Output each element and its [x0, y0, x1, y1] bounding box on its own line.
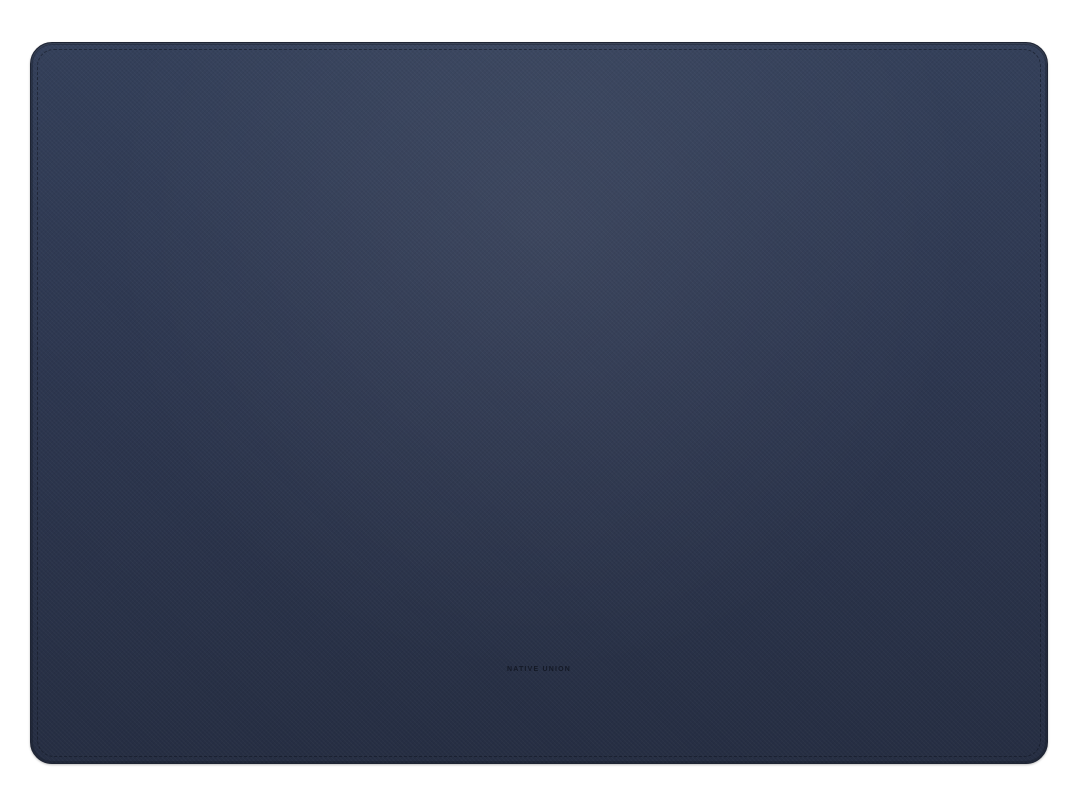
- sleeve-stitching: [37, 49, 1041, 757]
- sleeve-edge: [31, 43, 1047, 763]
- brand-logo-text: NATIVE UNION: [506, 666, 572, 673]
- laptop-sleeve: NATIVE UNION: [30, 42, 1048, 764]
- product-photo: NATIVE UNION: [0, 0, 1079, 800]
